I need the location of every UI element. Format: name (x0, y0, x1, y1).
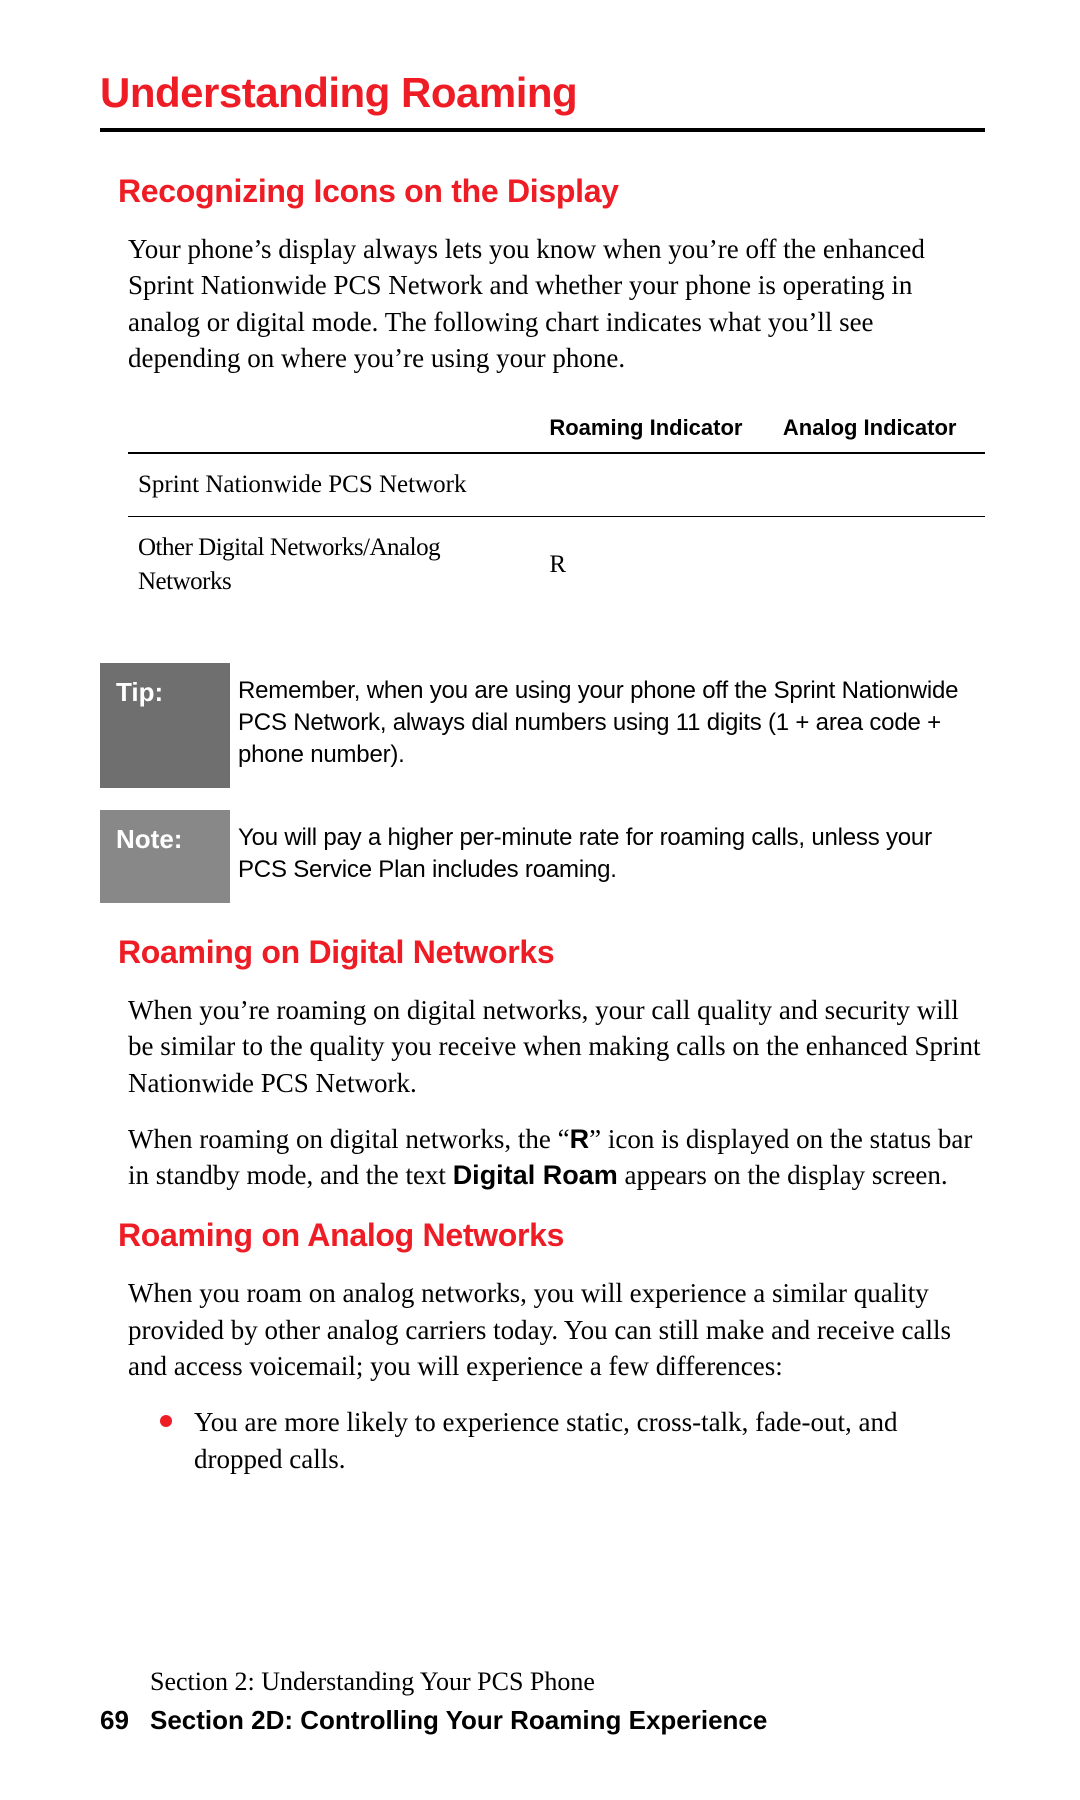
text: appears on the display screen. (618, 1160, 948, 1190)
table-row: Other Digital Networks/Analog Networks R (128, 517, 985, 613)
para-recognizing: Your phone’s display always lets you kno… (128, 231, 985, 377)
table-row: Sprint Nationwide PCS Network (128, 453, 985, 516)
text: When roaming on digital networks, the “ (128, 1124, 570, 1154)
title-rule (100, 128, 985, 132)
page-content: Understanding Roaming Recognizing Icons … (0, 0, 1080, 1477)
footer-section-title: 69Section 2D: Controlling Your Roaming E… (100, 1701, 767, 1740)
cell-analog (773, 453, 985, 516)
heading-roaming-digital: Roaming on Digital Networks (118, 931, 985, 974)
para-digital-2: When roaming on digital networks, the “R… (128, 1121, 985, 1194)
digital-roam-label: Digital Roam (453, 1160, 618, 1190)
cell-network: Other Digital Networks/Analog Networks (128, 517, 539, 613)
cell-roaming (539, 453, 773, 516)
page-footer: Section 2: Understanding Your PCS Phone … (100, 1662, 767, 1740)
th-empty (128, 407, 539, 454)
heading-roaming-analog: Roaming on Analog Networks (118, 1214, 985, 1257)
cell-network: Sprint Nationwide PCS Network (128, 453, 539, 516)
heading-recognizing-icons: Recognizing Icons on the Display (118, 170, 985, 213)
analog-bullet-list: You are more likely to experience static… (160, 1404, 985, 1477)
list-item: You are more likely to experience static… (160, 1404, 985, 1477)
tip-text: Remember, when you are using your phone … (230, 663, 985, 788)
para-digital-1: When you’re roaming on digital networks,… (128, 992, 985, 1101)
cell-roaming: R (539, 517, 773, 613)
note-callout: Note: You will pay a higher per-minute r… (100, 810, 985, 903)
roaming-r-icon: R (570, 1124, 590, 1154)
note-label: Note: (100, 810, 230, 903)
cell-analog (773, 517, 985, 613)
tip-callout: Tip: Remember, when you are using your p… (100, 663, 985, 788)
footer-section-path: Section 2: Understanding Your PCS Phone (150, 1662, 767, 1701)
tip-label: Tip: (100, 663, 230, 788)
page-title: Understanding Roaming (100, 65, 985, 122)
para-analog: When you roam on analog networks, you wi… (128, 1275, 985, 1384)
note-text: You will pay a higher per-minute rate fo… (230, 810, 985, 903)
page-number: 69 (100, 1701, 150, 1740)
th-roaming: Roaming Indicator (539, 407, 773, 454)
th-analog: Analog Indicator (773, 407, 985, 454)
indicator-table: Roaming Indicator Analog Indicator Sprin… (128, 407, 985, 613)
footer-title-text: Section 2D: Controlling Your Roaming Exp… (150, 1705, 767, 1735)
